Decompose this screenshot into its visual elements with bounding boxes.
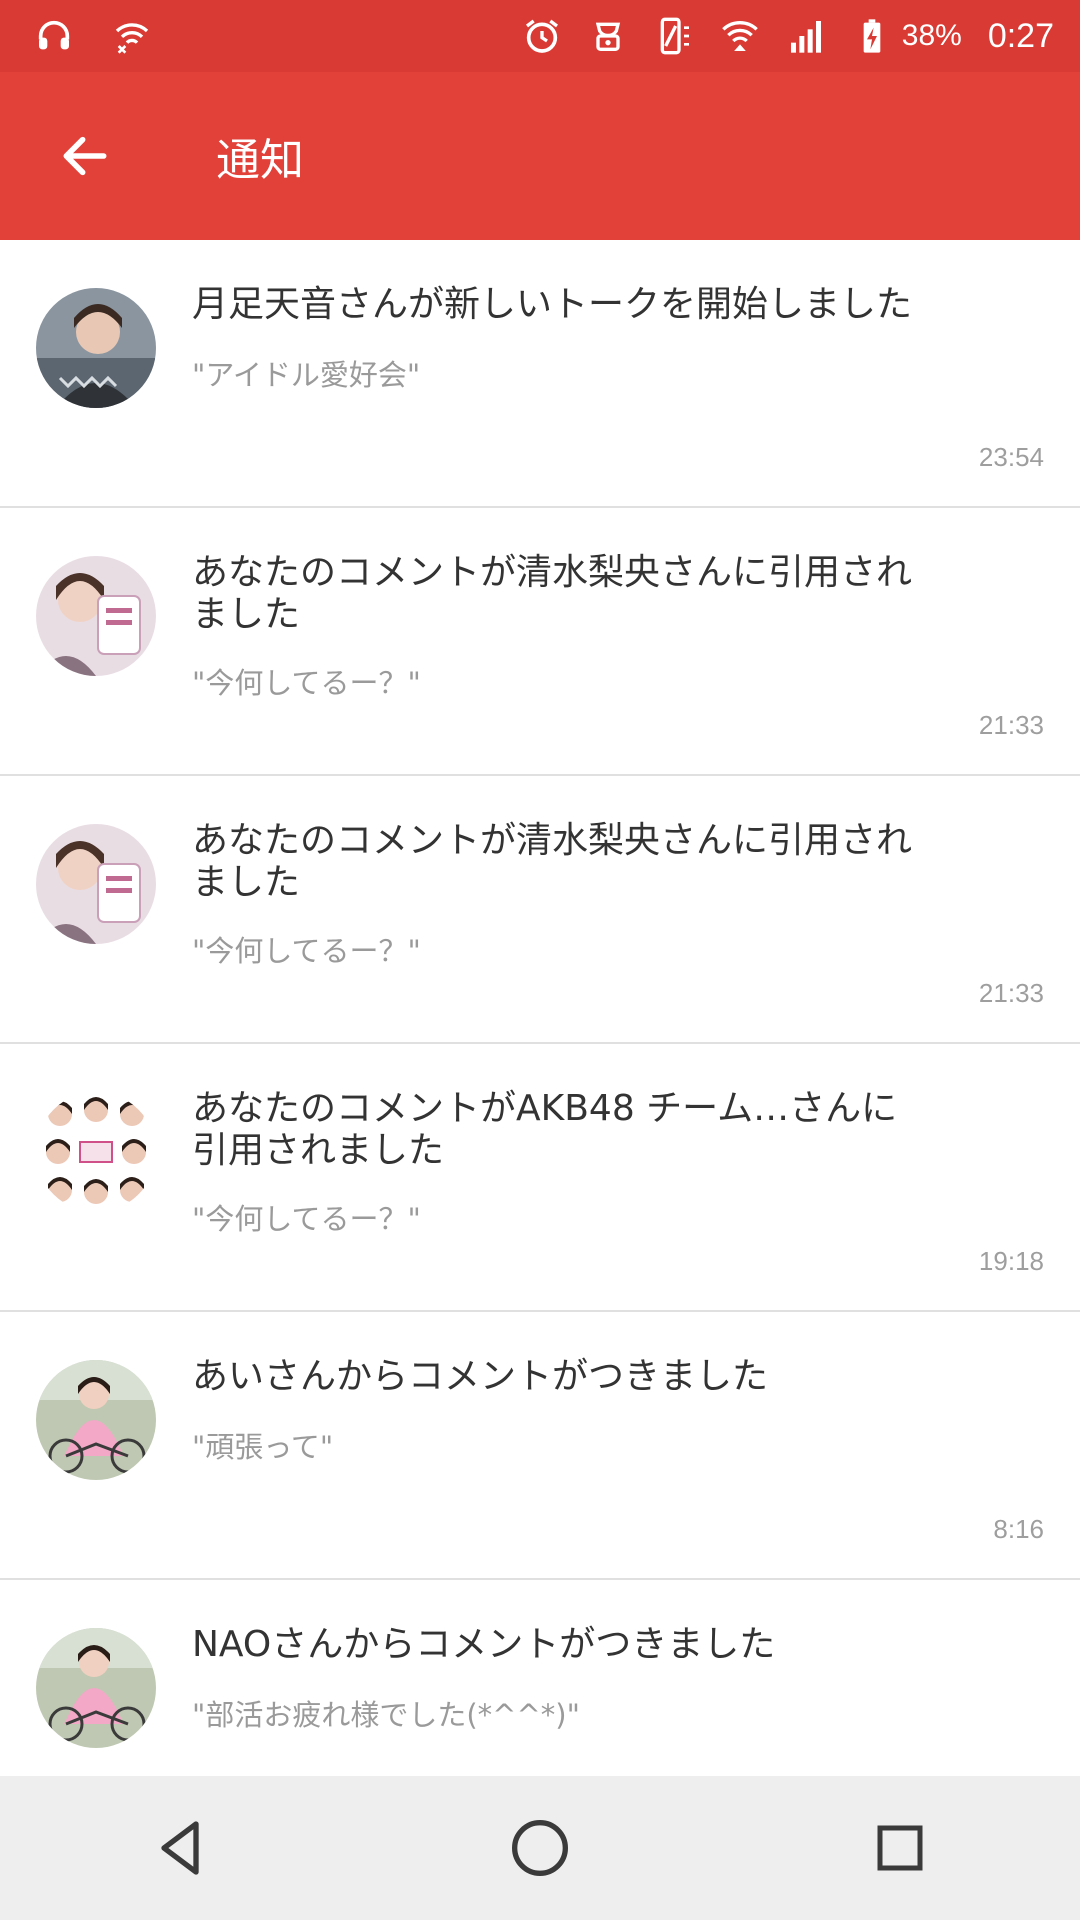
notification-title: 月足天音さんが新しいトークを開始しました <box>192 284 913 325</box>
avatar <box>36 556 156 676</box>
recents-nav-icon <box>877 1825 923 1871</box>
notification-time: 23:54 <box>978 442 1044 472</box>
navigation-bar <box>0 1776 1080 1920</box>
notification-item[interactable]: あなたのコメントがAKB48 チーム…さんに引用されました "今何してるー？" … <box>0 1044 1080 1312</box>
nav-back-button[interactable] <box>125 1793 235 1903</box>
alarm-icon <box>525 19 558 53</box>
notification-icon <box>595 22 620 52</box>
notification-quote: "今何してるー？" <box>192 666 421 700</box>
avatar <box>36 1092 156 1212</box>
notification-title: NAOさんからコメントがつきました <box>192 1624 776 1665</box>
vibrate-icon <box>660 17 689 55</box>
notification-item[interactable]: あいさんからコメントがつきました "頑張って" 8:16 <box>0 1312 1080 1580</box>
notification-quote: "今何してるー？" <box>192 1202 421 1236</box>
status-bar: 38% 0:27 <box>0 0 1080 72</box>
headset-icon <box>38 20 70 50</box>
home-nav-icon <box>512 1820 568 1876</box>
nav-recents-button[interactable] <box>845 1793 955 1903</box>
avatar <box>36 1360 156 1480</box>
page-title: 通知 <box>216 135 304 186</box>
signal-icon <box>790 21 821 53</box>
notification-quote: "部活お疲れ様でした(*^^*)" <box>192 1698 580 1732</box>
notification-item[interactable]: 月足天音さんが新しいトークを開始しました "アイドル愛好会" 23:54 <box>0 240 1080 508</box>
avatar <box>36 824 156 944</box>
notification-quote: "頑張って" <box>192 1430 334 1464</box>
wifi-off-icon <box>115 23 149 54</box>
arrow-back-icon <box>63 136 107 176</box>
notification-list: 月足天音さんが新しいトークを開始しました "アイドル愛好会" 23:54 あなた… <box>0 240 1080 1848</box>
notification-title: あなたのコメントが清水梨央さんに引用されました <box>192 552 913 635</box>
notification-title: あなたのコメントが清水梨央さんに引用されました <box>192 820 913 903</box>
app-bar: 通知 <box>0 72 1080 240</box>
nav-home-button[interactable] <box>485 1793 595 1903</box>
notification-title: あいさんからコメントがつきました <box>192 1356 769 1397</box>
wifi-icon <box>721 21 758 51</box>
back-nav-icon <box>161 1821 199 1875</box>
notification-time: 19:18 <box>978 1246 1044 1276</box>
notification-time: 21:33 <box>978 710 1044 740</box>
notification-quote: "アイドル愛好会" <box>192 358 421 392</box>
battery-charging-icon <box>863 19 881 53</box>
notification-time: 8:16 <box>993 1514 1044 1544</box>
back-button[interactable] <box>40 111 130 201</box>
notification-quote: "今何してるー？" <box>192 934 421 968</box>
clock: 0:27 <box>987 16 1054 55</box>
notification-item[interactable]: あなたのコメントが清水梨央さんに引用されました "今何してるー？" 21:33 <box>0 776 1080 1044</box>
notification-item[interactable]: あなたのコメントが清水梨央さんに引用されました "今何してるー？" 21:33 <box>0 508 1080 776</box>
battery-percent: 38% <box>901 19 962 52</box>
avatar <box>36 1628 156 1748</box>
notification-time: 21:33 <box>978 978 1044 1008</box>
avatar <box>36 288 156 408</box>
notification-title: あなたのコメントがAKB48 チーム…さんに引用されました <box>192 1088 898 1171</box>
